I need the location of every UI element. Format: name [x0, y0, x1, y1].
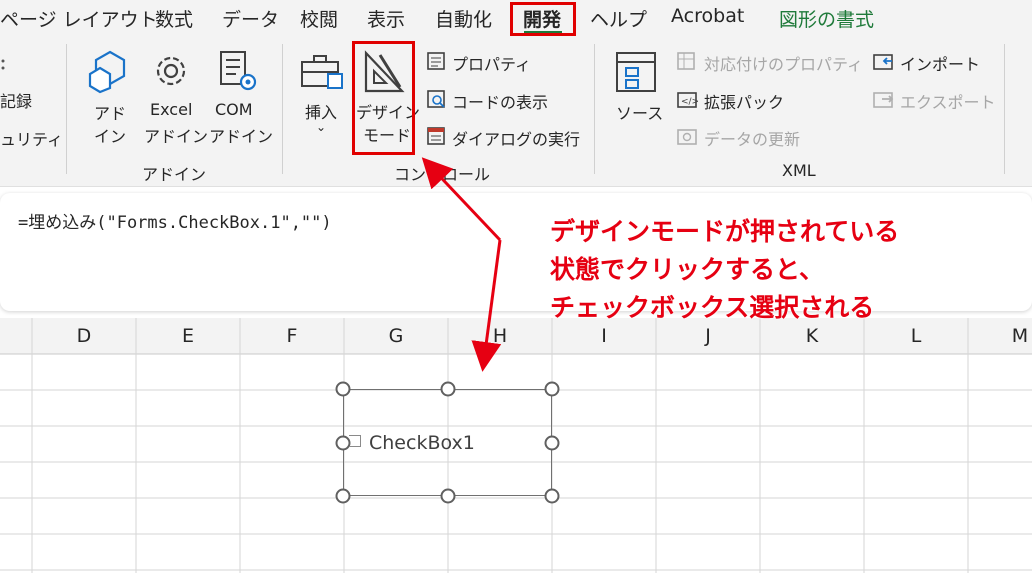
developer-tab-highlight — [510, 2, 576, 36]
com-addins-button-line1[interactable]: COM — [215, 100, 253, 119]
svg-text:</>: </> — [681, 97, 698, 107]
design-mode-highlight — [352, 41, 415, 155]
tab-view[interactable]: 表示 — [367, 5, 405, 32]
tab-review[interactable]: 校閲 — [300, 5, 338, 32]
tab-data[interactable]: データ — [222, 5, 279, 32]
map-properties-button[interactable]: 対応付けのプロパティ — [704, 51, 863, 75]
record-macro-button[interactable]: 記録 — [0, 88, 32, 112]
run-dialog-icon — [426, 126, 446, 150]
controls-group-label: コントロール — [394, 165, 491, 184]
expansion-packs-icon: </> — [676, 89, 699, 113]
com-addins-button-line2[interactable]: アドイン — [209, 123, 273, 147]
annotation-line-2: 状態でクリックすると、 — [550, 255, 825, 284]
column-header-h[interactable]: H — [448, 318, 552, 354]
import-button[interactable]: インポート — [900, 51, 980, 75]
excel-addins-button-line2[interactable]: アドイン — [144, 123, 208, 147]
group-separator — [282, 44, 283, 174]
xml-source-icon — [614, 50, 658, 98]
macro-icon — [0, 57, 8, 71]
view-code-icon — [426, 89, 446, 113]
macro-security-button[interactable]: ュリティ — [0, 126, 63, 150]
insert-toolbox-icon — [298, 52, 346, 98]
addins-button-line2[interactable]: イン — [94, 123, 126, 147]
com-addins-icon — [216, 48, 260, 98]
refresh-data-icon — [676, 126, 698, 150]
column-header-f[interactable]: F — [240, 318, 344, 354]
run-dialog-button[interactable]: ダイアログの実行 — [452, 126, 580, 150]
excel-addins-button-line1[interactable]: Excel — [150, 100, 192, 119]
group-separator — [1004, 44, 1005, 174]
excel-addins-icon — [149, 48, 193, 98]
formula-text[interactable]: =埋め込み("Forms.CheckBox.1","") — [18, 208, 332, 233]
xml-source-button[interactable]: ソース — [616, 100, 663, 124]
tab-page-layout[interactable]: ページ レイアウト — [0, 5, 158, 32]
tab-shape-format[interactable]: 図形の書式 — [779, 5, 874, 32]
xml-group-label: XML — [782, 161, 816, 180]
view-code-button[interactable]: コードの表示 — [452, 89, 548, 113]
properties-button[interactable]: プロパティ — [452, 51, 531, 75]
refresh-data-button[interactable]: データの更新 — [704, 126, 800, 150]
annotation-line-3: チェックボックス選択される — [550, 293, 875, 322]
group-separator — [594, 44, 595, 174]
tab-automate[interactable]: 自動化 — [435, 5, 492, 32]
group-separator — [66, 44, 67, 174]
expansion-packs-button[interactable]: 拡張パック — [704, 89, 784, 113]
annotation-line-1: デザインモードが押されている — [550, 217, 900, 246]
tab-formulas[interactable]: 数式 — [155, 5, 193, 32]
tab-acrobat[interactable]: Acrobat — [671, 5, 744, 27]
checkbox-label: CheckBox1 — [369, 432, 475, 454]
properties-icon — [426, 51, 446, 75]
export-button[interactable]: エクスポート — [900, 89, 996, 113]
checkbox-box[interactable] — [349, 435, 361, 447]
export-icon — [872, 89, 894, 113]
column-header-l[interactable]: L — [864, 318, 968, 354]
column-header-e[interactable]: E — [136, 318, 240, 354]
import-icon — [872, 51, 894, 75]
tab-help[interactable]: ヘルプ — [590, 5, 647, 32]
addins-group-label: アドイン — [142, 165, 207, 184]
map-properties-icon — [676, 51, 696, 75]
chevron-down-icon[interactable]: ⌄ — [316, 120, 326, 134]
addins-icon — [86, 48, 134, 98]
column-header-g[interactable]: G — [344, 318, 448, 354]
column-header-d[interactable]: D — [32, 318, 136, 354]
column-header-m[interactable]: M — [968, 318, 1032, 354]
addins-button-line1[interactable]: アド — [94, 100, 126, 124]
